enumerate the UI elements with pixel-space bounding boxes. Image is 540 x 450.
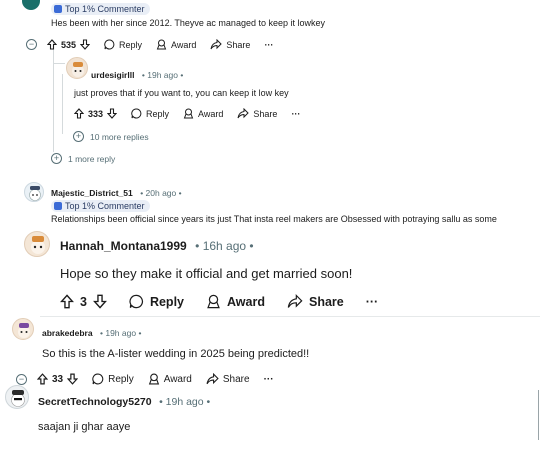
thread-line	[538, 390, 539, 440]
reply-bubble-icon	[131, 108, 142, 119]
comment-actions: − 535 Reply Award Share ···	[26, 39, 287, 50]
more-options-button[interactable]: ···	[366, 295, 379, 309]
badge-icon	[54, 202, 62, 210]
more-options-button[interactable]: ···	[291, 109, 300, 119]
award-icon	[156, 39, 167, 50]
upvote-icon[interactable]	[60, 294, 74, 309]
thread-line	[53, 40, 54, 152]
avatar-snoo-icon	[29, 186, 41, 201]
award-button[interactable]: Award	[183, 108, 223, 119]
avatar-snoo-icon	[11, 390, 25, 407]
username[interactable]: urdesigirlll	[91, 70, 134, 80]
avatar-snoo-icon	[31, 236, 45, 254]
thread-line-curve	[53, 63, 65, 64]
downvote-icon[interactable]	[67, 373, 79, 385]
reply-bubble-icon	[92, 373, 104, 385]
avatar[interactable]	[24, 231, 50, 257]
top-commenter-badge: Top 1% Commenter	[51, 3, 150, 15]
top-commenter-badge: Top 1% Commenter	[51, 200, 150, 212]
downvote-icon[interactable]	[107, 108, 118, 119]
more-options-button[interactable]: ···	[264, 40, 273, 50]
reply-button[interactable]: Reply	[129, 294, 184, 309]
collapse-button[interactable]: −	[26, 39, 37, 50]
minus-icon: −	[16, 373, 27, 385]
comment-actions: − 33 Reply Award Share ···	[16, 373, 288, 385]
badge-icon	[54, 5, 62, 13]
avatar-snoo-icon	[72, 62, 84, 77]
more-replies-link[interactable]: + 10 more replies	[73, 131, 149, 142]
award-icon	[148, 373, 159, 385]
comment-text: Hes been with her since 2012. Theyve ac …	[51, 18, 325, 28]
vote-count: 535	[61, 39, 77, 50]
award-button[interactable]: Award	[148, 373, 192, 385]
share-icon	[206, 373, 219, 385]
reply-button[interactable]: Reply	[104, 39, 142, 50]
plus-icon: +	[51, 153, 62, 164]
upvote-icon[interactable]	[47, 39, 57, 50]
award-button[interactable]: Award	[156, 39, 196, 50]
avatar[interactable]	[24, 182, 44, 202]
more-options-button[interactable]: ···	[264, 374, 274, 385]
username[interactable]: abrakedebra	[42, 328, 93, 338]
reply-button[interactable]: Reply	[131, 108, 169, 119]
reply-bubble-icon	[129, 294, 143, 309]
vote-count: 3	[80, 294, 87, 309]
vote-control: 3	[60, 294, 107, 309]
share-button[interactable]: Share	[206, 373, 250, 385]
award-icon	[183, 108, 194, 119]
vote-count: 333	[88, 108, 104, 119]
avatar[interactable]	[22, 0, 40, 10]
upvote-icon[interactable]	[74, 108, 84, 119]
divider	[40, 316, 540, 317]
avatar-snoo-icon	[18, 323, 30, 338]
minus-icon: −	[26, 39, 37, 50]
share-icon	[210, 39, 223, 50]
comment-actions: 3 Reply Award Share ···	[60, 294, 400, 309]
timestamp: • 16h ago •	[195, 239, 254, 253]
username[interactable]: Hannah_Montana1999	[60, 239, 187, 253]
vote-control: 535	[47, 39, 91, 50]
downvote-icon[interactable]	[80, 39, 91, 50]
comment-text: Relationships been official since years …	[51, 214, 497, 224]
avatar[interactable]	[66, 57, 88, 79]
award-icon	[207, 294, 220, 309]
share-icon	[287, 294, 303, 308]
timestamp: • 19h ago •	[141, 70, 184, 80]
comment-actions-cutoff	[38, 446, 298, 450]
share-button[interactable]: Share	[210, 39, 250, 50]
collapse-button[interactable]: −	[16, 373, 27, 385]
reply-bubble-icon	[104, 39, 115, 50]
comment-text: Hope so they make it official and get ma…	[60, 266, 353, 281]
downvote-icon[interactable]	[92, 294, 107, 309]
more-replies-link[interactable]: + 1 more reply	[51, 153, 115, 164]
timestamp: • 19h ago •	[100, 328, 142, 338]
timestamp: • 19h ago •	[159, 396, 211, 408]
username[interactable]: SecretTechnology5270	[38, 396, 152, 408]
reply-button[interactable]: Reply	[92, 373, 134, 385]
share-button[interactable]: Share	[287, 294, 344, 309]
comment-actions: 333 Reply Award Share ···	[74, 108, 314, 119]
upvote-icon[interactable]	[37, 373, 48, 385]
avatar[interactable]	[5, 385, 29, 409]
vote-count: 33	[52, 373, 64, 385]
comment-text: just proves that if you want to, you can…	[74, 88, 289, 98]
share-icon	[237, 108, 250, 119]
thread-line	[62, 74, 63, 134]
plus-icon: +	[73, 131, 84, 142]
award-button[interactable]: Award	[206, 294, 265, 309]
vote-control: 333	[74, 108, 118, 119]
comment-text: saajan ji ghar aaye	[38, 421, 131, 433]
vote-control: 33	[37, 373, 79, 385]
avatar[interactable]	[12, 318, 34, 340]
share-button[interactable]: Share	[237, 108, 277, 119]
comment-text: So this is the A-lister wedding in 2025 …	[42, 348, 310, 360]
